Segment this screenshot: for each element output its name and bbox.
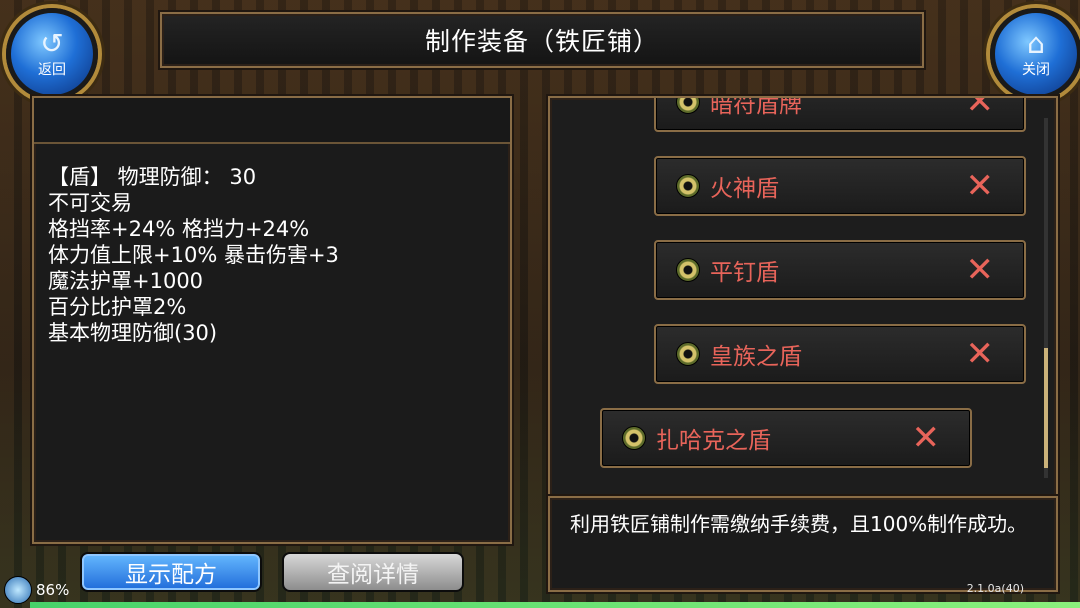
title-bar: 制作装备（铁匠铺） [160, 12, 924, 68]
recipe-item[interactable]: 火神盾 ✕ [654, 156, 1026, 216]
recipe-name: 扎哈克之盾 [656, 428, 771, 454]
recipe-name: 暗符盾牌 [710, 96, 802, 118]
close-label: 关闭 [1022, 62, 1050, 78]
back-label: 返回 [38, 62, 66, 78]
stat-line: 百分比护罩2% [48, 295, 187, 319]
stat-line: 魔法护罩+1000 [48, 269, 204, 293]
stat-line: 不可交易 [48, 191, 132, 215]
recipe-item[interactable]: 暗符盾牌 ✕ [654, 96, 1026, 132]
close-button[interactable]: ⌂ 关闭 [990, 8, 1080, 100]
description-text: 利用铁匠铺制作需缴纳手续费，且100%制作成功。 [570, 512, 1028, 536]
back-button[interactable]: ↺ 返回 [6, 8, 98, 100]
recipe-list-panel[interactable]: 暗符盾牌 ✕ 火神盾 ✕ 平钉盾 ✕ 皇族之盾 ✕ 扎哈克之盾 ✕ [548, 96, 1058, 500]
description-panel: 利用铁匠铺制作需缴纳手续费，且100%制作成功。 [548, 496, 1058, 592]
gem-icon [676, 258, 700, 282]
battery-level: 86% [36, 581, 70, 599]
recipe-name: 平钉盾 [710, 260, 779, 286]
recipe-item[interactable]: 皇族之盾 ✕ [654, 324, 1026, 384]
view-details-button[interactable]: 查阅详情 [282, 552, 464, 592]
stat-line: 基本物理防御(30) [48, 321, 218, 345]
stat-line: 【盾】 物理防御： 30 [48, 165, 257, 189]
show-recipe-button[interactable]: 显示配方 [80, 552, 262, 592]
gem-icon [676, 174, 700, 198]
scrollbar[interactable] [1044, 118, 1048, 478]
close-x-icon: ✕ [911, 418, 941, 458]
page-title: 制作装备（铁匠铺） [424, 27, 659, 56]
recipe-name: 皇族之盾 [710, 344, 802, 370]
battery-indicator: 86% [4, 576, 69, 604]
gem-icon [622, 426, 646, 450]
stat-line: 体力值上限+10% 暴击伤害+3 [48, 243, 339, 267]
scrollbar-thumb[interactable] [1044, 348, 1048, 468]
progress-bar [30, 602, 1080, 608]
item-stats-list: 【盾】 物理防御： 30 不可交易 格挡率+24% 格挡力+24% 体力值上限+… [48, 164, 339, 346]
close-x-icon: ✕ [965, 250, 995, 290]
recipe-item-selected[interactable]: 扎哈克之盾 ✕ [600, 408, 972, 468]
close-x-icon: ✕ [965, 96, 995, 122]
recipe-item[interactable]: 平钉盾 ✕ [654, 240, 1026, 300]
item-stats-panel: 【盾】 物理防御： 30 不可交易 格挡率+24% 格挡力+24% 体力值上限+… [32, 96, 512, 544]
close-x-icon: ✕ [965, 166, 995, 206]
item-stats-header [34, 98, 510, 144]
stat-line: 格挡率+24% 格挡力+24% [48, 217, 310, 241]
recipe-name: 火神盾 [710, 176, 779, 202]
gem-icon [676, 342, 700, 366]
gem-icon [676, 98, 700, 114]
home-icon: ⌂ [1027, 27, 1045, 60]
battery-icon [4, 576, 32, 604]
version-label: 2.1.0a(40) [966, 582, 1024, 595]
back-arrow-icon: ↺ [40, 27, 64, 60]
close-x-icon: ✕ [965, 334, 995, 374]
